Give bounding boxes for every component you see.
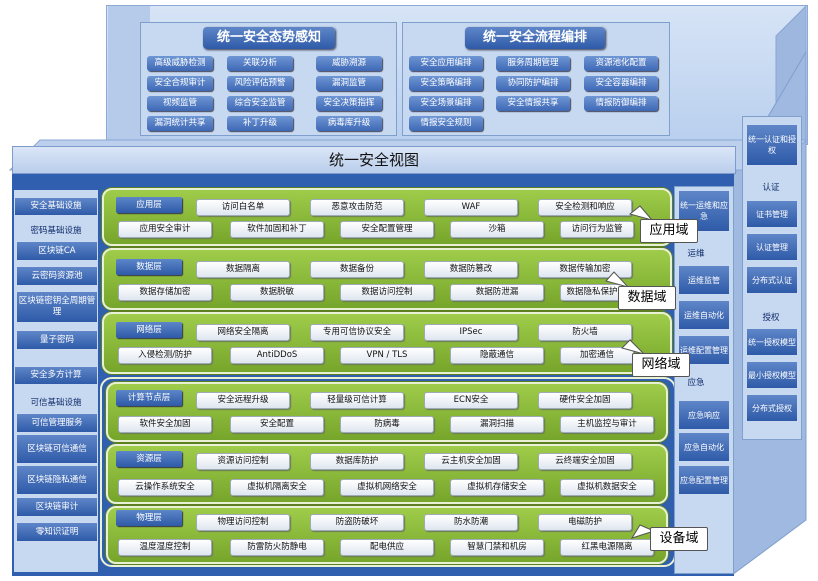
callout-network-domain: 网络域 (632, 353, 690, 377)
callout-data-domain: 数据域 (618, 286, 676, 310)
callout-pointers (605, 205, 656, 539)
callout-device-domain: 设备域 (650, 527, 708, 551)
callout-application-domain: 应用域 (640, 219, 698, 243)
